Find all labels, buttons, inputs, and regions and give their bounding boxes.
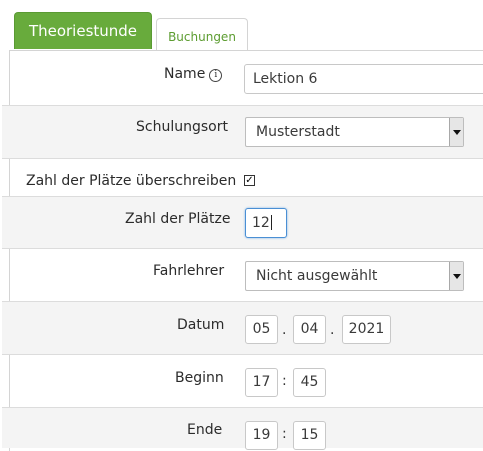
date-day-input[interactable]: 05 [245,315,278,344]
instructor-select-value: Nicht ausgewählt [256,268,378,284]
chevron-down-icon[interactable] [449,118,463,146]
date-separator: . [282,322,287,338]
chevron-down-icon[interactable] [449,262,463,290]
row-seats [2,197,483,249]
override-label: Zahl der Plätze überschreiben [26,173,237,189]
tab-bar: Theoriestunde Buchungen [0,0,483,52]
date-separator: . [330,322,335,338]
seats-input-value: 12 [252,215,270,231]
end-minute-input[interactable]: 15 [293,421,326,450]
start-label: Beginn [175,370,224,386]
seats-label: Zahl der Plätze [125,211,231,227]
row-start [2,355,483,408]
end-label: Ende [187,422,223,438]
name-label-text: Name [164,66,206,82]
name-input[interactable]: Lektion 6 [244,64,483,94]
time-separator: : [282,373,287,389]
location-select-value: Musterstadt [256,124,340,140]
override-checkbox[interactable]: ✓ [244,175,255,186]
date-year-input[interactable]: 2021 [342,315,391,344]
text-caret [270,215,272,230]
seats-input[interactable]: 12 [245,208,287,238]
row-end [2,408,483,448]
date-label: Datum [177,317,225,333]
date-month-input[interactable]: 04 [293,315,326,344]
row-date [2,302,483,355]
instructor-select[interactable]: Nicht ausgewählt [245,261,464,291]
info-icon[interactable]: i [209,69,223,82]
location-select[interactable]: Musterstadt [245,117,464,147]
start-minute-input[interactable]: 45 [293,368,326,397]
start-hour-input[interactable]: 17 [245,368,278,397]
tab-theoriestunde[interactable]: Theoriestunde [14,12,152,49]
location-label: Schulungsort [136,119,228,135]
instructor-label: Fahrlehrer [153,263,225,279]
tab-buchungen[interactable]: Buchungen [156,18,248,51]
name-label: Name i [164,66,223,82]
end-hour-input[interactable]: 19 [245,421,278,450]
time-separator: : [282,426,287,442]
